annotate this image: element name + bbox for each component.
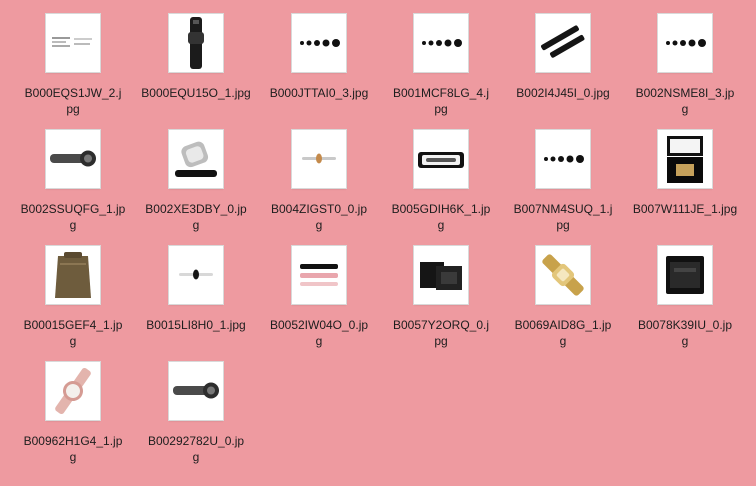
document-scan-thumbnail-icon <box>46 14 100 72</box>
black-watch-strap-thumbnail-icon <box>169 14 223 72</box>
file-name: B0069AID8G_1.jp g <box>508 317 618 349</box>
file-item[interactable]: B002SSUQFG_1.jp g <box>18 130 128 240</box>
dot-row-thumbnail-icon <box>414 14 468 72</box>
file-name: B007NM4SUQ_1.j pg <box>508 201 618 233</box>
file-name: B001MCF8LG_4.j pg <box>386 85 496 117</box>
file-name-line: B0052IW04O_0.jp <box>269 318 369 332</box>
silver-watch-thumbnail-icon <box>169 130 223 188</box>
file-name-line: g <box>69 450 77 464</box>
file-name-line: pg <box>434 102 448 116</box>
file-name-line: B00292782U_0.jp <box>147 434 245 448</box>
file-item[interactable]: B0078K39IU_0.jp g <box>630 246 740 356</box>
small-watch-thumbnail-icon <box>292 130 346 188</box>
file-name: B00292782U_0.jp g <box>141 433 251 465</box>
file-name-line: B002XE3DBY_0.jp <box>145 202 247 216</box>
file-item[interactable]: B000JTTAI0_3.jpg <box>264 14 374 124</box>
file-name-line: B002SSUQFG_1.jp <box>20 202 126 216</box>
file-name: B007W111JE_1.jpg <box>630 201 740 217</box>
file-name-line: g <box>315 334 323 348</box>
file-item[interactable]: B001MCF8LG_4.j pg <box>386 14 496 124</box>
file-item[interactable]: B002XE3DBY_0.jp g <box>141 130 251 240</box>
watch-side-thumbnail-icon <box>169 362 223 420</box>
file-name: B005GDIH6K_1.jp g <box>386 201 496 233</box>
file-name: B0057Y2ORQ_0.j pg <box>386 317 496 349</box>
file-name: B002XE3DBY_0.jp g <box>141 201 251 233</box>
file-name-line: g <box>192 450 200 464</box>
file-name-line: B007NM4SUQ_1.j <box>513 202 613 216</box>
black-straps-thumbnail-icon <box>536 14 590 72</box>
file-name-line: g <box>681 334 689 348</box>
file-name-line: B00962H1G4_1.jp <box>23 434 123 448</box>
file-name-line: B000JTTAI0_3.jpg <box>269 86 369 100</box>
file-name: B0015LI8H0_1.jpg <box>141 317 251 333</box>
file-item[interactable]: B00962H1G4_1.jp g <box>18 362 128 472</box>
file-item[interactable]: B002NSME8I_3.jp g <box>630 14 740 124</box>
open-watch-box-thumbnail-icon <box>414 130 468 188</box>
dot-row-thumbnail-icon <box>536 130 590 188</box>
strap-set-thumbnail-icon <box>292 246 346 304</box>
file-item[interactable]: B007W111JE_1.jpg <box>630 130 740 240</box>
file-name: B004ZIGST0_0.jp g <box>264 201 374 233</box>
file-name-line: B0057Y2ORQ_0.j <box>392 318 490 332</box>
file-name-line: B0078K39IU_0.jp <box>637 318 733 332</box>
file-name-line: B004ZIGST0_0.jp <box>270 202 368 216</box>
black-box-thumbnail-icon <box>658 246 712 304</box>
file-name-line: B002I4J45I_0.jpg <box>516 86 610 100</box>
file-name-line: g <box>315 218 323 232</box>
file-item[interactable]: B004ZIGST0_0.jp g <box>264 130 374 240</box>
file-name-line: g <box>681 102 689 116</box>
file-name-line: pg <box>556 218 570 232</box>
file-name-line: pg <box>66 102 80 116</box>
file-name-line: g <box>559 334 567 348</box>
file-name: B0052IW04O_0.jp g <box>264 317 374 349</box>
file-item[interactable]: B0015LI8H0_1.jpg <box>141 246 251 356</box>
file-name: B000JTTAI0_3.jpg <box>264 85 374 101</box>
watch-box-thumbnail-icon <box>658 130 712 188</box>
file-item[interactable]: B00015GEF4_1.jp g <box>18 246 128 356</box>
file-name-line: B00015GEF4_1.jp <box>23 318 123 332</box>
file-item[interactable]: B000EQU15O_1.jpg <box>141 14 251 124</box>
file-name-line: g <box>192 218 200 232</box>
file-name: B002NSME8I_3.jp g <box>630 85 740 117</box>
file-name-line: B000EQU15O_1.jpg <box>141 86 251 100</box>
file-name: B00962H1G4_1.jp g <box>18 433 128 465</box>
file-name-line: B002NSME8I_3.jp <box>635 86 735 100</box>
file-item[interactable]: B000EQS1JW_2.j pg <box>18 14 128 124</box>
file-name: B000EQU15O_1.jpg <box>141 85 251 101</box>
file-name-line: B001MCF8LG_4.j <box>392 86 490 100</box>
file-name-line: B0069AID8G_1.jp <box>514 318 612 332</box>
file-name-line: g <box>437 218 445 232</box>
file-name: B00015GEF4_1.jp g <box>18 317 128 349</box>
file-item[interactable]: B005GDIH6K_1.jp g <box>386 130 496 240</box>
gift-box-thumbnail-icon <box>414 246 468 304</box>
rose-gold-watch-thumbnail-icon <box>46 362 100 420</box>
file-name-line: B000EQS1JW_2.j <box>24 86 122 100</box>
file-item[interactable]: B002I4J45I_0.jpg <box>508 14 618 124</box>
file-name-line: pg <box>434 334 448 348</box>
file-item[interactable]: B0069AID8G_1.jp g <box>508 246 618 356</box>
file-name-line: B0015LI8H0_1.jpg <box>146 318 246 332</box>
file-name-line: B007W111JE_1.jpg <box>632 202 738 216</box>
file-item[interactable]: B0052IW04O_0.jp g <box>264 246 374 356</box>
file-name: B000EQS1JW_2.j pg <box>18 85 128 117</box>
file-name: B002I4J45I_0.jpg <box>508 85 618 101</box>
file-name: B002SSUQFG_1.jp g <box>18 201 128 233</box>
file-item[interactable]: B0057Y2ORQ_0.j pg <box>386 246 496 356</box>
file-name-line: g <box>69 334 77 348</box>
file-name-line: g <box>69 218 77 232</box>
file-name-line: B005GDIH6K_1.jp <box>391 202 491 216</box>
file-name: B0078K39IU_0.jp g <box>630 317 740 349</box>
file-item[interactable]: B00292782U_0.jp g <box>141 362 251 472</box>
dot-row-thumbnail-icon <box>658 14 712 72</box>
watch-side-thumbnail-icon <box>46 130 100 188</box>
file-icon-grid: B000EQS1JW_2.j pg B000EQU15O_1.jpg B000J… <box>0 0 756 486</box>
pouch-bag-thumbnail-icon <box>46 246 100 304</box>
file-item[interactable]: B007NM4SUQ_1.j pg <box>508 130 618 240</box>
dot-row-thumbnail-icon <box>292 14 346 72</box>
gold-watch-thumbnail-icon <box>536 246 590 304</box>
small-watch-thumbnail-icon <box>169 246 223 304</box>
